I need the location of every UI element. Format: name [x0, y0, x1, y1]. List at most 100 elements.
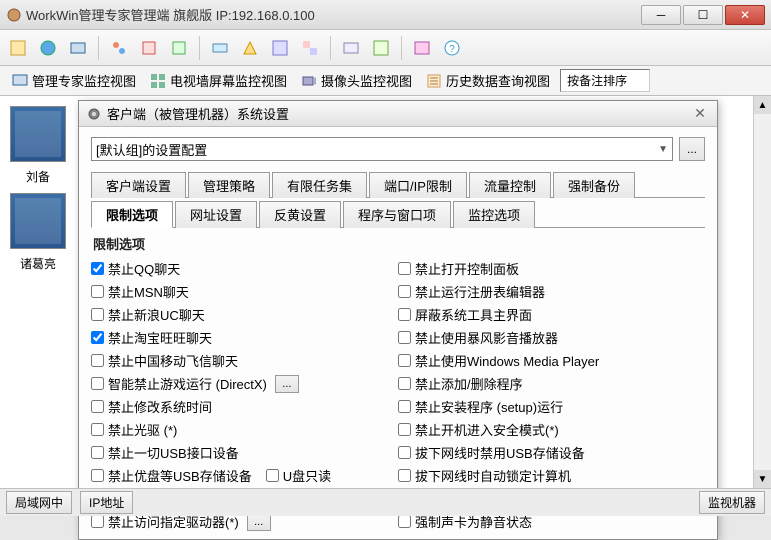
close-button[interactable]: ✕	[725, 5, 765, 25]
toolbar-icon-7[interactable]	[208, 36, 232, 60]
scroll-up-button[interactable]: ▲	[754, 96, 771, 114]
browse-button[interactable]: ...	[679, 137, 705, 161]
toolbar-icon-1[interactable]	[6, 36, 30, 60]
scroll-track[interactable]	[754, 114, 771, 470]
toolbar-icon-11[interactable]	[339, 36, 363, 60]
toolbar-icon-14[interactable]: ?	[440, 36, 464, 60]
option-checkbox[interactable]	[398, 423, 411, 436]
option-checkbox[interactable]	[91, 423, 104, 436]
option-row: 智能禁止游戏运行 (DirectX)...	[91, 372, 398, 395]
tab-limited-tasks[interactable]: 有限任务集	[272, 172, 367, 198]
option-checkbox[interactable]	[398, 400, 411, 413]
tab-programs-windows[interactable]: 程序与窗口项	[343, 201, 451, 228]
option-label: 禁止打开控制面板	[415, 259, 519, 278]
vertical-scrollbar[interactable]: ▲ ▼	[753, 96, 771, 488]
svg-text:?: ?	[449, 44, 455, 55]
tab-port-ip[interactable]: 端口/IP限制	[369, 172, 467, 198]
maximize-button[interactable]: ☐	[683, 5, 723, 25]
tab-restrictions[interactable]: 限制选项	[91, 201, 173, 228]
option-row: 禁止使用暴风影音播放器	[398, 326, 705, 349]
bottom-ip-button[interactable]: IP地址	[80, 491, 133, 514]
option-checkbox[interactable]	[398, 285, 411, 298]
toolbar-icon-12[interactable]	[369, 36, 393, 60]
bottom-lan-button[interactable]: 局域网中	[6, 491, 72, 514]
client-thumb-1[interactable]	[10, 106, 66, 162]
option-checkbox[interactable]	[91, 331, 104, 344]
option-row: 禁止光驱 (*)	[91, 418, 398, 441]
option-checkbox[interactable]	[91, 262, 104, 275]
option-checkbox[interactable]	[91, 469, 104, 482]
option-checkbox[interactable]	[91, 308, 104, 321]
bottom-monitor-button[interactable]: 监视机器	[699, 491, 765, 514]
option-checkbox[interactable]	[91, 285, 104, 298]
client-thumb-2[interactable]	[10, 193, 66, 249]
toolbar-icon-4[interactable]	[107, 36, 131, 60]
toolbar-icon-5[interactable]	[137, 36, 161, 60]
option-checkbox[interactable]	[398, 308, 411, 321]
option-checkbox[interactable]	[91, 446, 104, 459]
option-row: 禁止优盘等USB存储设备U盘只读	[91, 464, 398, 487]
option-checkbox[interactable]	[91, 377, 104, 390]
toolbar-icon-8[interactable]	[238, 36, 262, 60]
scroll-down-button[interactable]: ▼	[754, 470, 771, 488]
tab-url-settings[interactable]: 网址设置	[175, 201, 257, 228]
config-group-combo[interactable]: [默认组]的设置配置 ▼	[91, 137, 673, 161]
toolbar-separator	[199, 36, 200, 60]
view-tvwall-label: 电视墙屏幕监控视图	[170, 71, 287, 90]
option-checkbox[interactable]	[398, 446, 411, 459]
option-label: 禁止添加/删除程序	[415, 374, 523, 393]
view-camera[interactable]: 摄像头监控视图	[297, 69, 416, 92]
view-history-label: 历史数据查询视图	[446, 71, 550, 90]
option-row: 禁止开机进入安全模式(*)	[398, 418, 705, 441]
option-label: 禁止新浪UC聊天	[108, 305, 205, 324]
dialog-titlebar[interactable]: 客户端（被管理机器）系统设置 ✕	[79, 101, 717, 127]
option-checkbox[interactable]	[91, 354, 104, 367]
view-history[interactable]: 历史数据查询视图	[422, 69, 554, 92]
option-checkbox[interactable]	[398, 469, 411, 482]
toolbar-icon-3[interactable]	[66, 36, 90, 60]
tvwall-icon	[150, 73, 166, 89]
tab-monitoring[interactable]: 监控选项	[453, 201, 535, 228]
dialog-title: 客户端（被管理机器）系统设置	[107, 104, 691, 123]
option-checkbox[interactable]	[398, 377, 411, 390]
toolbar-icon-10[interactable]	[298, 36, 322, 60]
dialog-close-button[interactable]: ✕	[691, 105, 709, 123]
option-row: 禁止中国移动飞信聊天	[91, 349, 398, 372]
tab-backup[interactable]: 强制备份	[553, 172, 635, 198]
option-row: 禁止安装程序 (setup)运行	[398, 395, 705, 418]
sort-dropdown[interactable]: 按备注排序	[560, 69, 650, 92]
option-extra-checkbox[interactable]	[266, 469, 279, 482]
option-more-button[interactable]: ...	[275, 375, 299, 393]
option-label: 智能禁止游戏运行 (DirectX)	[108, 374, 267, 393]
tab-anti-porn[interactable]: 反黄设置	[259, 201, 341, 228]
main-titlebar: WorkWin管理专家管理端 旗舰版 IP:192.168.0.100 ─ ☐ …	[0, 0, 771, 30]
option-label: 禁止安装程序 (setup)运行	[415, 397, 563, 416]
option-checkbox[interactable]	[398, 331, 411, 344]
view-monitor[interactable]: 管理专家监控视图	[8, 69, 140, 92]
option-row: 禁止运行注册表编辑器	[398, 280, 705, 303]
toolbar-separator	[401, 36, 402, 60]
option-checkbox[interactable]	[398, 354, 411, 367]
option-checkbox[interactable]	[398, 515, 411, 528]
monitor-icon	[12, 73, 28, 89]
view-camera-label: 摄像头监控视图	[321, 71, 412, 90]
option-label: 屏蔽系统工具主界面	[415, 305, 532, 324]
group-title: 限制选项	[93, 234, 705, 253]
option-label: 禁止运行注册表编辑器	[415, 282, 545, 301]
toolbar-icon-9[interactable]	[268, 36, 292, 60]
toolbar-icon-13[interactable]	[410, 36, 434, 60]
option-row: 禁止一切USB接口设备	[91, 441, 398, 464]
option-checkbox[interactable]	[91, 400, 104, 413]
toolbar-icon-6[interactable]	[167, 36, 191, 60]
tab-client-settings[interactable]: 客户端设置	[91, 172, 186, 198]
view-tvwall[interactable]: 电视墙屏幕监控视图	[146, 69, 291, 92]
window-title: WorkWin管理专家管理端 旗舰版 IP:192.168.0.100	[26, 5, 641, 24]
toolbar-icon-2[interactable]	[36, 36, 60, 60]
combo-value: [默认组]的设置配置	[96, 140, 207, 159]
tab-traffic[interactable]: 流量控制	[469, 172, 551, 198]
minimize-button[interactable]: ─	[641, 5, 681, 25]
option-row: 禁止使用Windows Media Player	[398, 349, 705, 372]
option-checkbox[interactable]	[398, 262, 411, 275]
tab-management-policy[interactable]: 管理策略	[188, 172, 270, 198]
option-checkbox[interactable]	[91, 515, 104, 528]
